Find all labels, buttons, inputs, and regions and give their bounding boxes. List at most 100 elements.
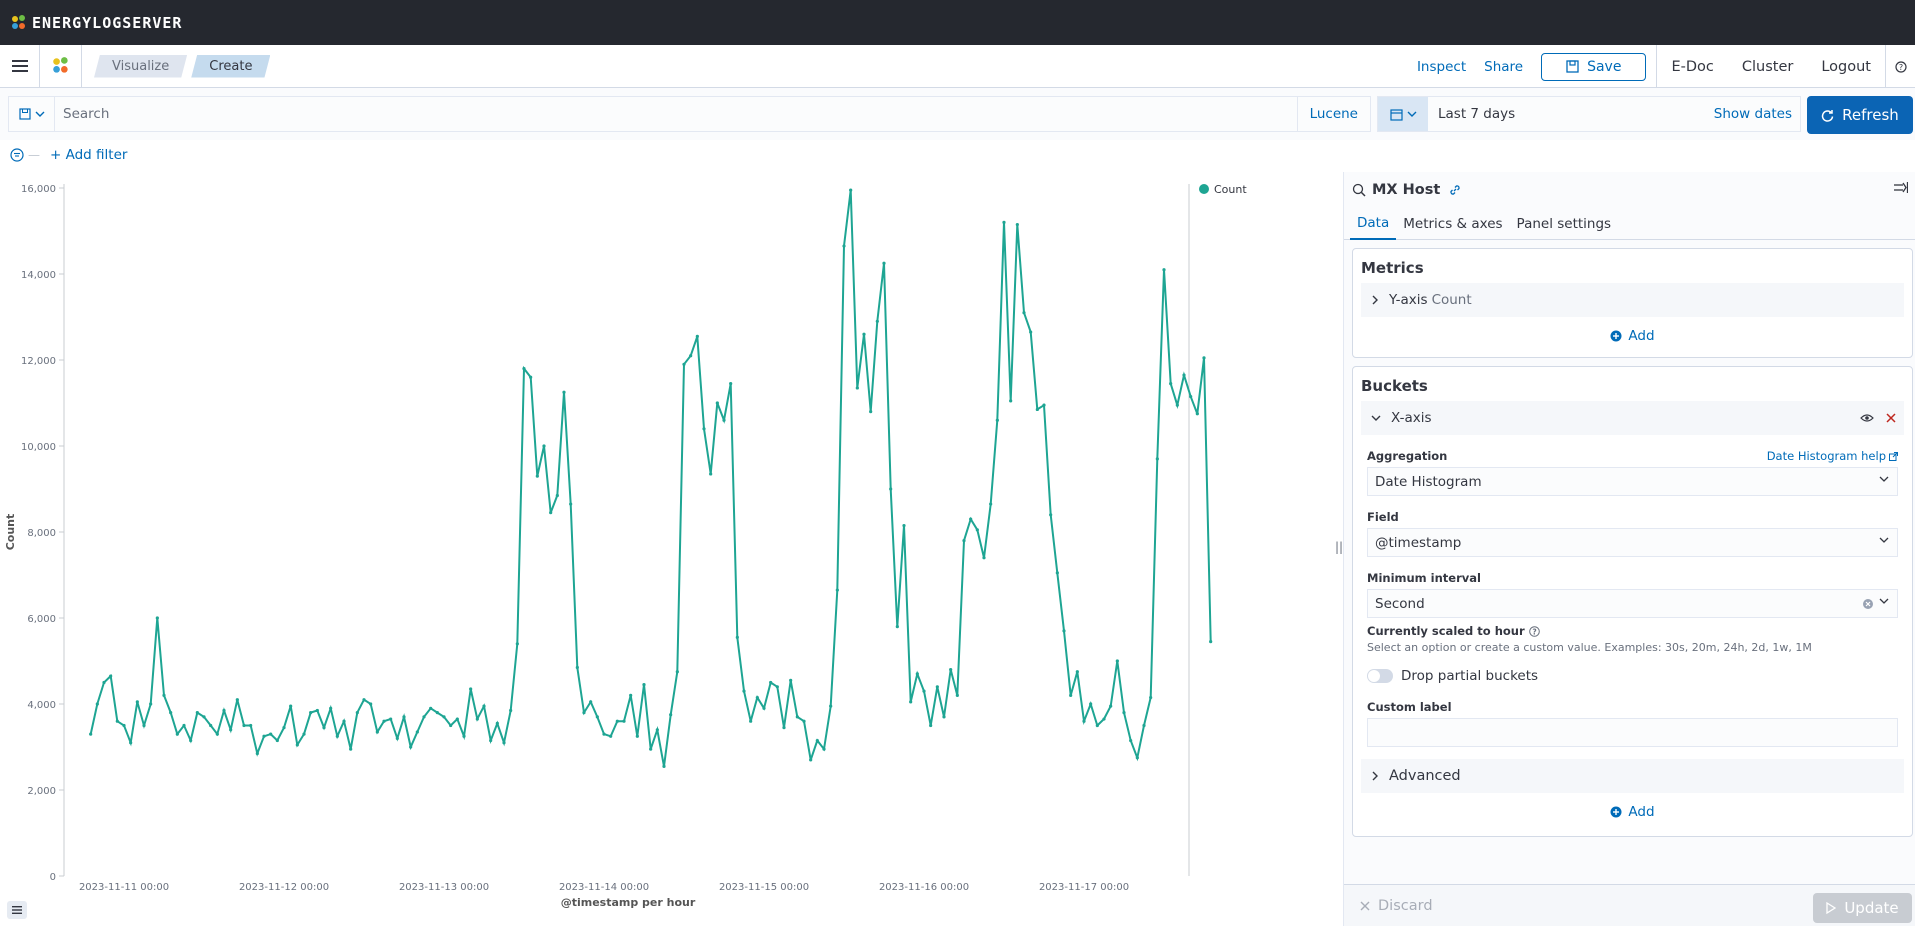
data-point[interactable] bbox=[655, 728, 659, 732]
aggregation-select[interactable]: Date Histogram bbox=[1367, 467, 1898, 496]
data-point[interactable] bbox=[735, 635, 739, 639]
data-point[interactable] bbox=[362, 698, 366, 702]
data-point[interactable] bbox=[675, 670, 679, 674]
data-point[interactable] bbox=[682, 362, 686, 366]
data-point[interactable] bbox=[315, 708, 319, 713]
data-point[interactable] bbox=[1022, 311, 1026, 315]
data-point[interactable] bbox=[135, 700, 139, 704]
data-point[interactable] bbox=[175, 732, 179, 736]
data-point[interactable] bbox=[815, 738, 819, 743]
data-point[interactable] bbox=[529, 375, 533, 379]
data-point[interactable] bbox=[1142, 723, 1146, 728]
data-point[interactable] bbox=[395, 736, 399, 741]
data-point[interactable] bbox=[1102, 717, 1106, 721]
data-point[interactable] bbox=[615, 719, 619, 723]
data-point[interactable] bbox=[702, 427, 706, 431]
data-point[interactable] bbox=[1109, 704, 1113, 708]
data-point[interactable] bbox=[282, 726, 286, 730]
data-point[interactable] bbox=[1009, 399, 1013, 403]
data-point[interactable] bbox=[322, 726, 326, 730]
data-point[interactable] bbox=[1202, 356, 1206, 360]
data-point[interactable] bbox=[515, 642, 519, 646]
data-point[interactable] bbox=[1002, 220, 1006, 224]
data-point[interactable] bbox=[842, 244, 846, 248]
data-point[interactable] bbox=[962, 539, 966, 543]
data-point[interactable] bbox=[182, 723, 186, 728]
data-point[interactable] bbox=[1135, 756, 1139, 760]
data-point[interactable] bbox=[935, 685, 939, 689]
data-point[interactable] bbox=[442, 715, 446, 719]
data-point[interactable] bbox=[455, 717, 459, 721]
data-point[interactable] bbox=[662, 764, 666, 768]
data-point[interactable] bbox=[409, 745, 413, 749]
data-point[interactable] bbox=[949, 668, 953, 672]
collapse-sidebar-icon[interactable] bbox=[1894, 182, 1908, 194]
data-point[interactable] bbox=[475, 717, 479, 721]
date-range-value[interactable]: Last 7 days bbox=[1428, 106, 1714, 122]
tab-panel-settings[interactable]: Panel settings bbox=[1510, 208, 1619, 240]
data-point[interactable] bbox=[755, 695, 759, 700]
app-logo[interactable]: ENERGYLOGSERVER bbox=[10, 14, 182, 32]
data-point[interactable] bbox=[669, 713, 673, 717]
data-point[interactable] bbox=[582, 711, 586, 715]
data-point[interactable] bbox=[102, 680, 106, 685]
help-button[interactable]: ? bbox=[1885, 45, 1915, 88]
data-point[interactable] bbox=[202, 715, 206, 719]
data-point[interactable] bbox=[882, 261, 886, 265]
data-point[interactable] bbox=[775, 685, 779, 689]
data-point[interactable] bbox=[809, 758, 813, 762]
data-point[interactable] bbox=[349, 747, 353, 751]
interval-select[interactable]: Second bbox=[1367, 589, 1898, 618]
data-point[interactable] bbox=[142, 723, 146, 728]
data-point[interactable] bbox=[742, 689, 746, 693]
nav-logout[interactable]: Logout bbox=[1807, 45, 1885, 88]
data-point[interactable] bbox=[1062, 629, 1066, 633]
data-point[interactable] bbox=[849, 188, 853, 192]
data-point[interactable] bbox=[1049, 513, 1053, 517]
data-point[interactable] bbox=[862, 332, 866, 336]
data-point[interactable] bbox=[355, 711, 359, 715]
data-point[interactable] bbox=[982, 556, 986, 560]
data-point[interactable] bbox=[1115, 659, 1119, 663]
data-point[interactable] bbox=[629, 693, 633, 698]
share-link[interactable]: Share bbox=[1484, 59, 1523, 75]
x-axis-agg-row[interactable]: X-axis bbox=[1361, 401, 1904, 435]
data-point[interactable] bbox=[989, 502, 993, 506]
data-point[interactable] bbox=[709, 472, 713, 476]
quick-select-button[interactable] bbox=[1378, 97, 1428, 131]
data-point[interactable] bbox=[162, 693, 166, 698]
data-point[interactable] bbox=[149, 702, 153, 706]
data-point[interactable] bbox=[575, 665, 579, 670]
data-point[interactable] bbox=[762, 706, 766, 710]
data-point[interactable] bbox=[595, 715, 599, 719]
data-point[interactable] bbox=[695, 334, 699, 338]
data-point[interactable] bbox=[522, 367, 526, 371]
data-point[interactable] bbox=[1089, 702, 1093, 706]
data-point[interactable] bbox=[835, 588, 839, 592]
info-icon[interactable]: ? bbox=[1528, 625, 1540, 637]
data-point[interactable] bbox=[1015, 222, 1019, 227]
data-point[interactable] bbox=[589, 700, 593, 704]
data-point[interactable] bbox=[1095, 723, 1099, 728]
data-point[interactable] bbox=[642, 683, 646, 687]
data-point[interactable] bbox=[269, 732, 273, 736]
home-logo-button[interactable] bbox=[40, 44, 82, 88]
data-point[interactable] bbox=[1075, 670, 1079, 674]
data-point[interactable] bbox=[795, 715, 799, 719]
data-point[interactable] bbox=[1155, 457, 1159, 461]
legend-label[interactable]: Count bbox=[1214, 183, 1247, 196]
data-point[interactable] bbox=[222, 708, 226, 713]
data-point[interactable] bbox=[89, 732, 93, 736]
update-button[interactable]: Update bbox=[1813, 893, 1912, 923]
data-point[interactable] bbox=[1069, 693, 1073, 698]
data-point[interactable] bbox=[309, 711, 313, 715]
data-point[interactable] bbox=[969, 517, 973, 521]
data-point[interactable] bbox=[449, 723, 453, 728]
data-point[interactable] bbox=[422, 715, 426, 719]
data-point[interactable] bbox=[215, 732, 219, 736]
resize-handle[interactable]: || bbox=[1335, 540, 1343, 554]
data-point[interactable] bbox=[462, 734, 466, 738]
data-point[interactable] bbox=[855, 386, 859, 390]
data-point[interactable] bbox=[249, 723, 253, 728]
data-point[interactable] bbox=[402, 715, 406, 719]
